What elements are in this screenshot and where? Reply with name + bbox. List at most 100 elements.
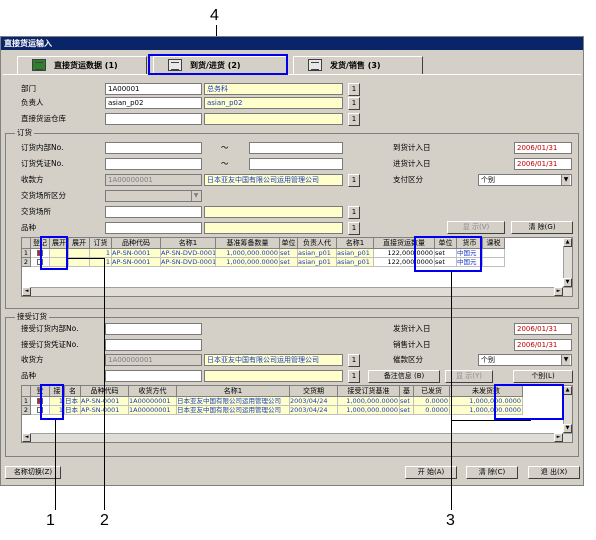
scroll-down-icon[interactable]: ▼ — [563, 278, 572, 287]
name-switch-button[interactable]: 名称切换(Z) — [5, 466, 61, 479]
col-header: 课税 — [483, 238, 505, 249]
trade-place-type-label: 交货场所区分 — [21, 191, 66, 200]
order-item-code-field[interactable] — [105, 222, 202, 234]
arrival-plan-label: 到货计入日 — [393, 143, 431, 152]
window-title: 直接货运输入 — [1, 37, 583, 50]
table-cell: AP-SN-0001 — [112, 249, 161, 258]
receive-voucher-no-label: 接受订货凭证No. — [21, 340, 79, 349]
table-cell: 日本 — [65, 406, 81, 415]
order-voucher-no-from[interactable] — [105, 158, 202, 170]
receiver-code-field: 1A00000001 — [105, 174, 202, 186]
tilde: ～ — [221, 159, 229, 168]
scroll-left-icon[interactable]: ◄ — [22, 433, 31, 442]
tilde: ～ — [221, 143, 229, 152]
trade-place-type-select[interactable]: ▼ — [105, 190, 202, 202]
receive-display-button[interactable]: 显 示(Y) — [445, 370, 493, 383]
scroll-right-icon[interactable]: ► — [554, 433, 563, 442]
trade-place-lookup-button[interactable]: 1 — [348, 206, 360, 219]
clear-button[interactable]: 清 除(C) — [466, 466, 518, 479]
col-header: 收货方代 — [129, 386, 177, 397]
payment-type-select[interactable]: 个别 ▼ — [478, 174, 572, 186]
table-cell: 1 — [90, 249, 112, 258]
receive-voucher-no-field[interactable] — [105, 339, 202, 351]
col-header: 名称1 — [177, 386, 290, 397]
grid-corner — [22, 386, 31, 397]
callout-number-1: 1 — [46, 512, 55, 529]
purchase-plan-date[interactable]: 2006/01/31 — [514, 158, 572, 170]
dept-name-field: 总务科 — [204, 83, 343, 95]
receive-inner-no-label: 接受订货内部No. — [21, 324, 79, 333]
trade-place-code-field[interactable] — [105, 206, 202, 218]
person-label: 负责人 — [21, 98, 44, 107]
callout-line-1 — [55, 420, 56, 510]
table-cell: set — [400, 406, 414, 415]
callout-box-1 — [40, 384, 64, 420]
callout-box-unshipped — [494, 384, 564, 420]
table-cell: 1,000,000.0000 — [338, 406, 400, 415]
receive-receiver-lookup-button[interactable]: 1 — [348, 354, 360, 367]
order-item-label: 品种 — [21, 223, 36, 232]
col-header: 订货 — [90, 238, 112, 249]
table-cell: 1A00000001 — [129, 397, 177, 406]
arrival-plan-date[interactable]: 2006/01/31 — [514, 142, 572, 154]
table-cell — [69, 249, 90, 258]
remarks-button[interactable]: 备注信息 (B) — [368, 370, 440, 383]
dept-code-field[interactable]: 1A00001 — [105, 83, 202, 95]
table-cell: AP-SN-DVD-0001 — [161, 258, 216, 267]
tab-bar: 直接货运数据 (1) 到货/进货 (2) 发货/销售 (3) — [3, 51, 581, 103]
scroll-right-icon[interactable]: ► — [554, 287, 563, 296]
start-button[interactable]: 开 始(A) — [405, 466, 457, 479]
callout-box-2 — [40, 236, 68, 270]
individual-button[interactable]: 个别(L) — [513, 370, 573, 383]
chevron-down-icon[interactable]: ▼ — [191, 191, 200, 201]
col-header: 名 — [65, 386, 81, 397]
chevron-down-icon[interactable]: ▼ — [561, 175, 570, 185]
order-voucher-no-to[interactable] — [249, 158, 343, 170]
warehouse-code-field[interactable] — [105, 113, 202, 125]
col-header: 名称1 — [337, 238, 374, 249]
col-header: 展开 — [69, 238, 90, 249]
order-item-lookup-button[interactable]: 1 — [348, 222, 360, 235]
order-inner-no-label: 订货内部No. — [21, 143, 64, 152]
order-clear-button[interactable]: 清 除(G) — [511, 221, 573, 234]
sales-plan-date[interactable]: 2006/01/31 — [514, 339, 572, 351]
dept-lookup-button[interactable]: 1 — [348, 83, 360, 96]
tab-direct-shipment-data[interactable]: 直接货运数据 (1) — [17, 56, 147, 74]
chevron-down-icon[interactable]: ▼ — [561, 355, 570, 365]
tab-shipping-sales[interactable]: 发货/销售 (3) — [293, 56, 423, 74]
tab-label: 发货/销售 (3) — [330, 61, 381, 70]
order-inner-no-from[interactable] — [105, 142, 202, 154]
ship-plan-date[interactable]: 2006/01/31 — [514, 323, 572, 335]
warehouse-lookup-button[interactable]: 1 — [348, 113, 360, 126]
receiver-lookup-button[interactable]: 1 — [348, 174, 360, 187]
scroll-up-icon[interactable]: ▲ — [563, 238, 572, 247]
scroll-up-icon[interactable]: ▲ — [563, 386, 572, 395]
person-code-field[interactable]: asian_p02 — [105, 97, 202, 109]
receive-item-name — [204, 370, 343, 382]
receive-item-code[interactable] — [105, 370, 202, 382]
order-grid-vscroll[interactable]: ▲ ▼ — [563, 238, 572, 287]
payment-type-label: 支付区分 — [393, 175, 423, 184]
billing-type-select[interactable]: 个别 ▼ — [478, 354, 572, 366]
table-cell: 日本 — [65, 397, 81, 406]
table-cell: asian_p01 — [298, 249, 337, 258]
table-cell — [69, 258, 90, 267]
table-cell: 2003/04/24 — [290, 397, 338, 406]
order-inner-no-to[interactable] — [249, 142, 343, 154]
table-cell: AP-SN-0001 — [81, 406, 129, 415]
exit-button[interactable]: 退 出(X) — [528, 466, 580, 479]
trade-place-label: 交货场所 — [21, 207, 51, 216]
order-display-button[interactable]: 显 示(V) — [447, 221, 505, 234]
table-cell: 日本亚友中国有限公司运用管理公司 — [177, 397, 290, 406]
tax-cell[interactable] — [483, 249, 505, 258]
scroll-down-icon[interactable]: ▼ — [563, 424, 572, 433]
receive-inner-no-field[interactable] — [105, 323, 202, 335]
receive-grid-vscroll[interactable]: ▲ ▼ — [563, 386, 572, 433]
billing-type-label: 催款区分 — [393, 355, 423, 364]
tax-cell[interactable] — [483, 258, 505, 267]
scroll-left-icon[interactable]: ◄ — [22, 287, 31, 296]
receive-item-lookup-button[interactable]: 1 — [348, 370, 360, 383]
table-cell: AP-SN-0001 — [112, 258, 161, 267]
col-header: 交货期 — [290, 386, 338, 397]
person-lookup-button[interactable]: 1 — [348, 97, 360, 110]
